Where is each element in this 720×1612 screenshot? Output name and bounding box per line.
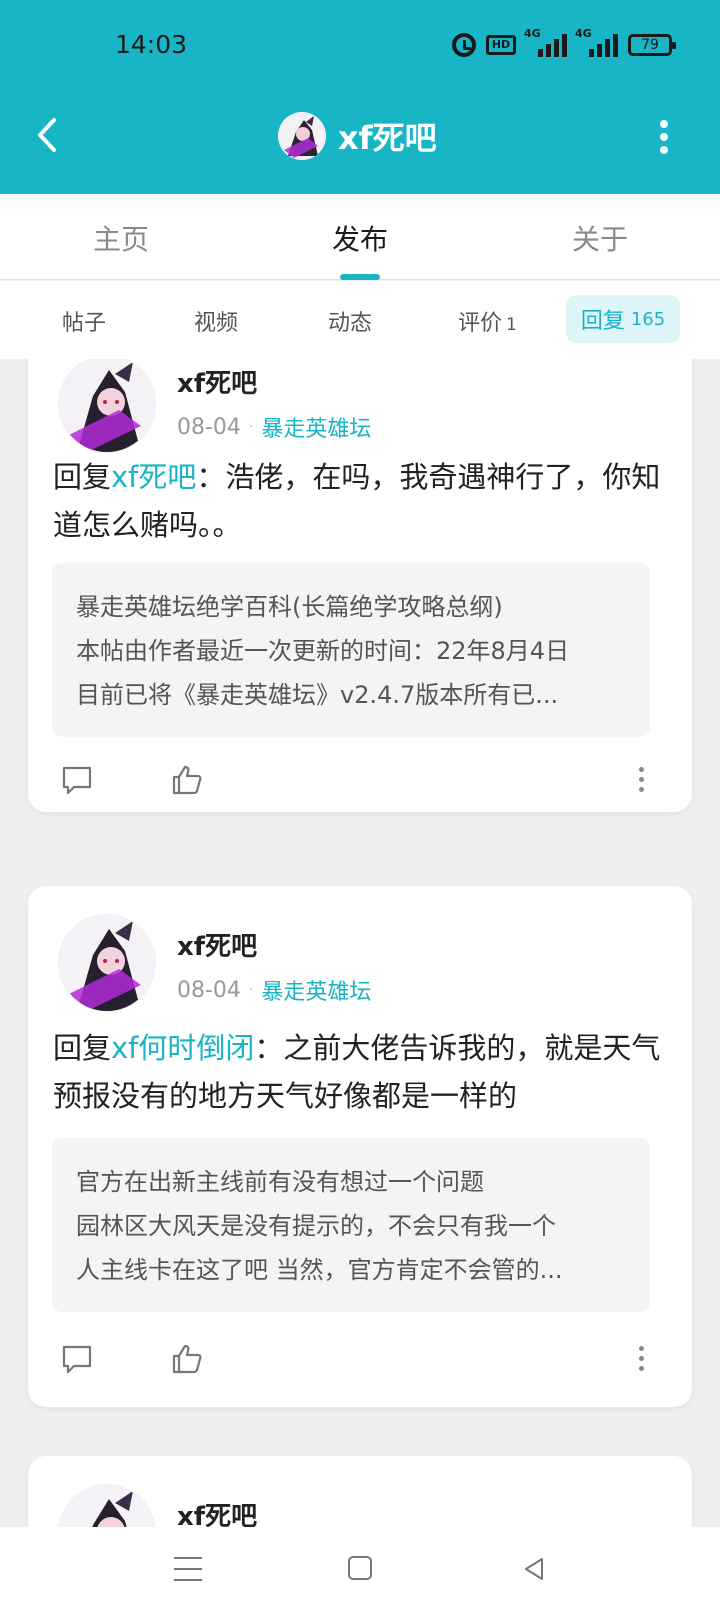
subtab-replies-count: 165 [630, 308, 666, 330]
status-icons: HD 4G 4G 79 [452, 27, 676, 58]
subtab-dynamics[interactable]: 动态 [328, 305, 372, 337]
reply-text[interactable]: 回复xf何时倒闭：之前大佬告诉我的，就是天气预报没有的地方天气好像都是一样的 [53, 1024, 663, 1120]
quoted-post-line: 人主线卡在这了吧 当然，官方肯定不会管的... [76, 1256, 563, 1284]
header-avatar [278, 112, 326, 160]
reply-card[interactable]: xf死吧 08-04 · 暴走英雄坛 回复xf死吧：浩佬，在吗，我奇遇神行了，你… [28, 359, 692, 812]
meta-separator: · [248, 982, 254, 998]
home-square-icon[interactable] [348, 1556, 372, 1580]
tab-publish[interactable]: 发布 [332, 218, 388, 258]
header-title: xf死吧 [278, 112, 437, 160]
sub-tabs: 帖子 视频 动态 评价 1 回复 165 [0, 281, 720, 359]
signal-icon-2: 4G [575, 27, 618, 58]
quoted-post[interactable]: 暴走英雄坛绝学百科(长篇绝学攻略总纲) 本帖由作者最近一次更新的时间：22年8月… [52, 563, 650, 737]
back-button[interactable] [30, 115, 64, 155]
reply-card[interactable]: xf死吧 08-04 · 暴走英雄坛 回复xf何时倒闭：之前大佬告诉我的，就是天… [28, 886, 692, 1407]
like-button[interactable] [170, 1342, 204, 1376]
subtab-replies[interactable]: 回复 165 [566, 295, 680, 343]
tab-home[interactable]: 主页 [93, 218, 149, 258]
comment-icon [62, 1345, 92, 1374]
reply-prefix: 回复 [53, 1031, 112, 1065]
signal-icon-1: 4G [524, 27, 567, 58]
subtab-posts[interactable]: 帖子 [62, 305, 106, 337]
quoted-post-title: 官方在出新主线前有没有想过一个问题 [76, 1168, 484, 1196]
tab-indicator [340, 274, 380, 280]
app-header: 14:03 HD 4G 4G 79 xf死吧 [0, 0, 720, 194]
subtab-videos[interactable]: 视频 [194, 305, 238, 337]
chevron-left-icon [38, 118, 56, 152]
subtab-reviews-label: 评价 [458, 311, 503, 336]
hd-icon: HD [486, 32, 516, 58]
reply-feed: xf死吧 08-04 · 暴走英雄坛 回复xf死吧：浩佬，在吗，我奇遇神行了，你… [0, 359, 720, 1527]
back-triangle-icon[interactable] [520, 1555, 548, 1583]
comment-button[interactable] [60, 763, 94, 797]
reply-text[interactable]: 回复xf死吧：浩佬，在吗，我奇遇神行了，你知道怎么赌吗。。 [53, 453, 663, 549]
post-more-button[interactable] [639, 767, 647, 797]
reply-target-link[interactable]: xf死吧 [111, 460, 196, 494]
username[interactable]: xf死吧 [177, 363, 257, 400]
quoted-post[interactable]: 官方在出新主线前有没有想过一个问题 园林区大风天是没有提示的，不会只有我一个 人… [52, 1138, 650, 1312]
post-actions [56, 763, 656, 803]
like-button[interactable] [170, 763, 204, 797]
quoted-post-line: 目前已将《暴走英雄坛》v2.4.7版本所有已... [76, 681, 559, 709]
reply-target-link[interactable]: xf何时倒闭 [111, 1031, 254, 1065]
more-menu-button[interactable] [660, 120, 670, 154]
menu-icon[interactable] [174, 1557, 202, 1583]
subtab-reviews[interactable]: 评价 1 [458, 305, 517, 337]
post-meta: 08-04 · 暴走英雄坛 [177, 974, 371, 1006]
username[interactable]: xf死吧 [177, 1496, 257, 1527]
username[interactable]: xf死吧 [177, 926, 257, 963]
quoted-post-line: 本帖由作者最近一次更新的时间：22年8月4日 [76, 637, 570, 665]
post-date: 08-04 [177, 977, 241, 1003]
status-time: 14:03 [115, 30, 188, 59]
subtab-replies-label: 回复 [580, 309, 625, 334]
thumbs-up-icon [172, 1344, 202, 1374]
avatar[interactable] [58, 914, 156, 1012]
quoted-post-title: 暴走英雄坛绝学百科(长篇绝学攻略总纲) [76, 593, 503, 621]
meta-separator: · [248, 419, 254, 435]
main-tabs: 主页 发布 关于 [0, 194, 720, 280]
alarm-icon [452, 32, 476, 58]
reply-prefix: 回复 [53, 460, 112, 494]
page-title: xf死吧 [338, 119, 437, 157]
avatar[interactable] [58, 359, 156, 453]
forum-link[interactable]: 暴走英雄坛 [261, 411, 371, 443]
battery-icon: 79 [628, 32, 676, 58]
avatar[interactable] [58, 1484, 156, 1527]
comment-icon [62, 766, 92, 795]
subtab-reviews-count: 1 [506, 315, 517, 335]
quoted-post-line: 园林区大风天是没有提示的，不会只有我一个 [76, 1212, 556, 1240]
post-date: 08-04 [177, 414, 241, 440]
post-actions [56, 1342, 656, 1382]
reply-card[interactable]: xf死吧 [28, 1456, 692, 1527]
comment-button[interactable] [60, 1342, 94, 1376]
tab-about[interactable]: 关于 [572, 218, 628, 258]
thumbs-up-icon [172, 765, 202, 795]
system-navbar [0, 1527, 720, 1612]
forum-link[interactable]: 暴走英雄坛 [261, 974, 371, 1006]
post-more-button[interactable] [639, 1346, 647, 1376]
post-meta: 08-04 · 暴走英雄坛 [177, 411, 371, 443]
